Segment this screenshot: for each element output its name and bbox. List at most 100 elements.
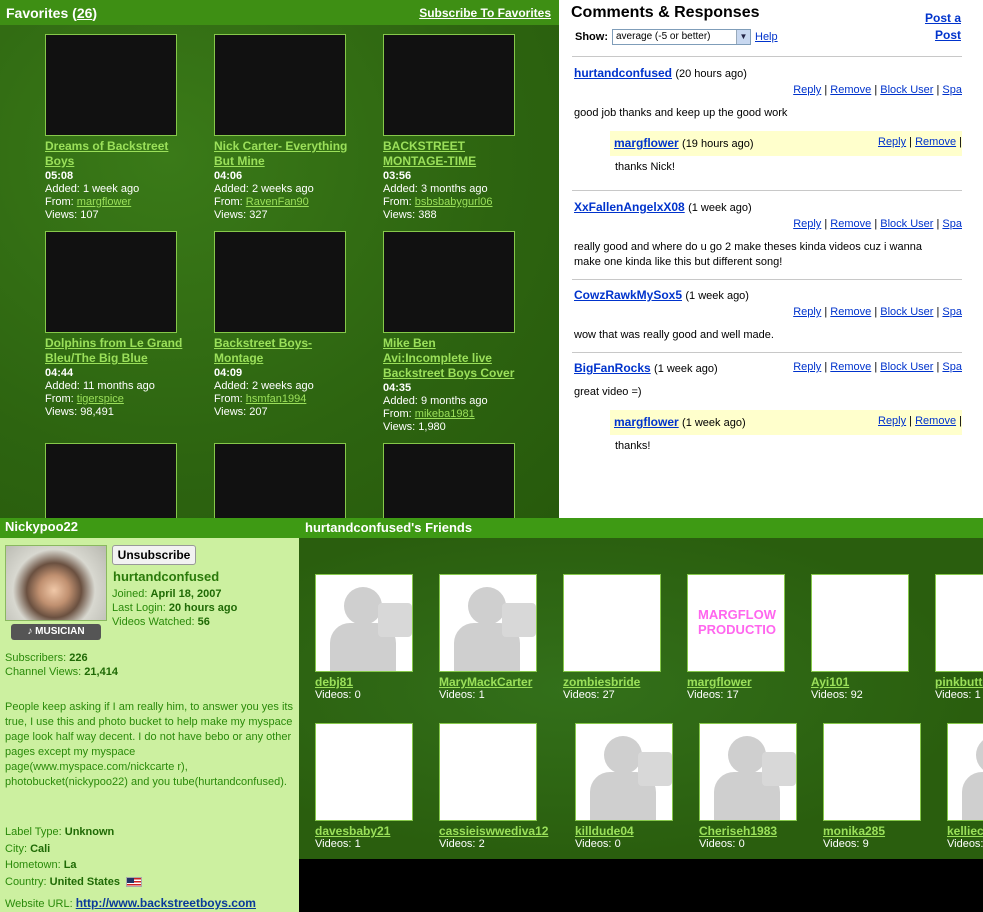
help-link[interactable]: Help <box>755 31 778 43</box>
friend-videos: Videos: 1 <box>439 689 485 701</box>
friend-card: kelliec Videos: <box>947 723 983 851</box>
video-title-link[interactable]: Dolphins from Le Grand Bleu/The Big Blue <box>45 336 185 366</box>
video-title-link[interactable]: Nick Carter- Everything But Mine <box>214 139 354 169</box>
remove-link[interactable]: Remove <box>915 136 956 148</box>
video-thumbnail[interactable] <box>383 34 515 136</box>
friend-card: zombiesbride Videos: 27 <box>563 574 683 702</box>
spam-link[interactable]: Spa <box>942 361 962 373</box>
subscribe-favorites-link[interactable]: Subscribe To Favorites <box>419 6 551 20</box>
video-thumbnail[interactable] <box>214 443 346 518</box>
friend-name-link[interactable]: monika285 <box>823 824 943 838</box>
remove-link[interactable]: Remove <box>915 415 956 427</box>
comment-author-link[interactable]: BigFanRocks <box>574 361 651 375</box>
video-author-link[interactable]: tigerspice <box>77 393 124 405</box>
video-views: Views: 327 <box>214 209 268 221</box>
video-from: From: margflower <box>45 196 132 208</box>
show-label: Show: <box>575 31 608 43</box>
friend-thumbnail[interactable] <box>563 574 661 672</box>
video-thumbnail[interactable] <box>45 34 177 136</box>
post-link-line[interactable]: Post <box>925 27 961 44</box>
video-title-link[interactable]: Backstreet Boys-Montage <box>214 336 354 366</box>
remove-link[interactable]: Remove <box>830 306 871 318</box>
thumbnail-logo-text: MARGFLOW PRODUCTIO <box>698 607 776 637</box>
friend-name-link[interactable]: cassieiswwediva12 <box>439 824 559 838</box>
friend-thumbnail[interactable] <box>935 574 983 672</box>
friend-thumbnail[interactable] <box>575 723 673 821</box>
comment: CowzRawkMySox5 (1 week ago) <box>574 288 962 302</box>
friend-name-link[interactable]: davesbaby21 <box>315 824 435 838</box>
spam-link[interactable]: Spa <box>942 84 962 96</box>
friend-thumbnail[interactable] <box>699 723 797 821</box>
post-link-line[interactable]: Post a <box>925 10 961 27</box>
friend-thumbnail[interactable] <box>315 723 413 821</box>
video-author-link[interactable]: bsbsbabygurl06 <box>415 196 493 208</box>
label-type-info: Label Type: Unknown <box>5 826 115 838</box>
friend-name-link[interactable]: pinkbutte <box>935 675 983 689</box>
video-author-link[interactable]: margflower <box>77 196 131 208</box>
video-thumbnail[interactable] <box>214 231 346 333</box>
friend-name-link[interactable]: kelliec <box>947 824 983 838</box>
website-link[interactable]: http://www.backstreetboys.com <box>76 896 256 910</box>
reply-link[interactable]: Reply <box>793 361 821 373</box>
friend-name-link[interactable]: MaryMackCarter <box>439 675 559 689</box>
video-author-link[interactable]: mikeba1981 <box>415 408 475 420</box>
reply-actions: Reply | Remove | <box>878 415 962 427</box>
reply-link[interactable]: Reply <box>878 136 906 148</box>
spam-link[interactable]: Spa <box>942 306 962 318</box>
video-author-link[interactable]: hsmfan1994 <box>246 393 307 405</box>
comment-filter-select[interactable]: average (-5 or better) ▼ <box>612 29 751 45</box>
last-login-info: Last Login: 20 hours ago <box>112 602 238 614</box>
video-thumbnail[interactable] <box>45 443 177 518</box>
block-user-link[interactable]: Block User <box>880 361 933 373</box>
friend-thumbnail[interactable] <box>947 723 983 821</box>
reply-author-link[interactable]: margflower <box>614 415 679 429</box>
reply-author-link[interactable]: margflower <box>614 136 679 150</box>
avatar[interactable] <box>5 545 107 621</box>
video-author-link[interactable]: RavenFan90 <box>246 196 309 208</box>
video-title-link[interactable]: Dreams of Backstreet Boys <box>45 139 185 169</box>
friend-name-link[interactable]: Cheriseh1983 <box>699 824 819 838</box>
video-title-link[interactable]: Mike Ben Avi:Incomplete live Backstreet … <box>383 336 523 381</box>
friend-thumbnail[interactable] <box>811 574 909 672</box>
friend-thumbnail[interactable] <box>823 723 921 821</box>
comment-actions: Reply | Remove | Block User | Spa <box>793 361 962 373</box>
chevron-down-icon[interactable]: ▼ <box>736 30 750 44</box>
reply-link[interactable]: Reply <box>793 306 821 318</box>
comment-author-link[interactable]: hurtandconfused <box>574 66 672 80</box>
remove-link[interactable]: Remove <box>830 361 871 373</box>
friend-name-link[interactable]: Ayi101 <box>811 675 931 689</box>
reply-link[interactable]: Reply <box>793 218 821 230</box>
remove-link[interactable]: Remove <box>830 218 871 230</box>
reply-link[interactable]: Reply <box>793 84 821 96</box>
block-user-link[interactable]: Block User <box>880 84 933 96</box>
friend-name-link[interactable]: debj81 <box>315 675 435 689</box>
friend-thumbnail[interactable] <box>315 574 413 672</box>
remove-link[interactable]: Remove <box>830 84 871 96</box>
favorites-count-link[interactable]: 26 <box>77 5 93 21</box>
friend-thumbnail[interactable] <box>439 723 537 821</box>
unsubscribe-button[interactable]: Unsubscribe <box>112 545 196 565</box>
friend-card: MaryMackCarter Videos: 1 <box>439 574 559 702</box>
friend-thumbnail[interactable]: MARGFLOW PRODUCTIO <box>687 574 785 672</box>
reply-link[interactable]: Reply <box>878 415 906 427</box>
friend-name-link[interactable]: margflower <box>687 675 807 689</box>
comment-author-link[interactable]: XxFallenAngelxX08 <box>574 200 685 214</box>
friend-name-link[interactable]: zombiesbride <box>563 675 683 689</box>
musician-badge: ♪ MUSICIAN <box>11 624 101 640</box>
favorite-video: Mike Ben Avi:Incomplete live Backstreet … <box>383 231 543 434</box>
comment-author-link[interactable]: CowzRawkMySox5 <box>574 288 682 302</box>
video-thumbnail[interactable] <box>383 231 515 333</box>
friend-thumbnail[interactable] <box>439 574 537 672</box>
comment-body: great video =) <box>574 386 642 398</box>
comment-actions: Reply | Remove | Block User | Spa <box>793 306 962 318</box>
spam-link[interactable]: Spa <box>942 218 962 230</box>
block-user-link[interactable]: Block User <box>880 306 933 318</box>
favorite-video: BACKSTREET MONTAGE-TIME 03:56 Added: 3 m… <box>383 34 543 222</box>
video-thumbnail[interactable] <box>45 231 177 333</box>
block-user-link[interactable]: Block User <box>880 218 933 230</box>
video-thumbnail[interactable] <box>383 443 515 518</box>
friend-name-link[interactable]: killdude04 <box>575 824 695 838</box>
video-thumbnail[interactable] <box>214 34 346 136</box>
post-comment-link[interactable]: Post a Post <box>925 10 961 44</box>
video-title-link[interactable]: BACKSTREET MONTAGE-TIME <box>383 139 523 169</box>
